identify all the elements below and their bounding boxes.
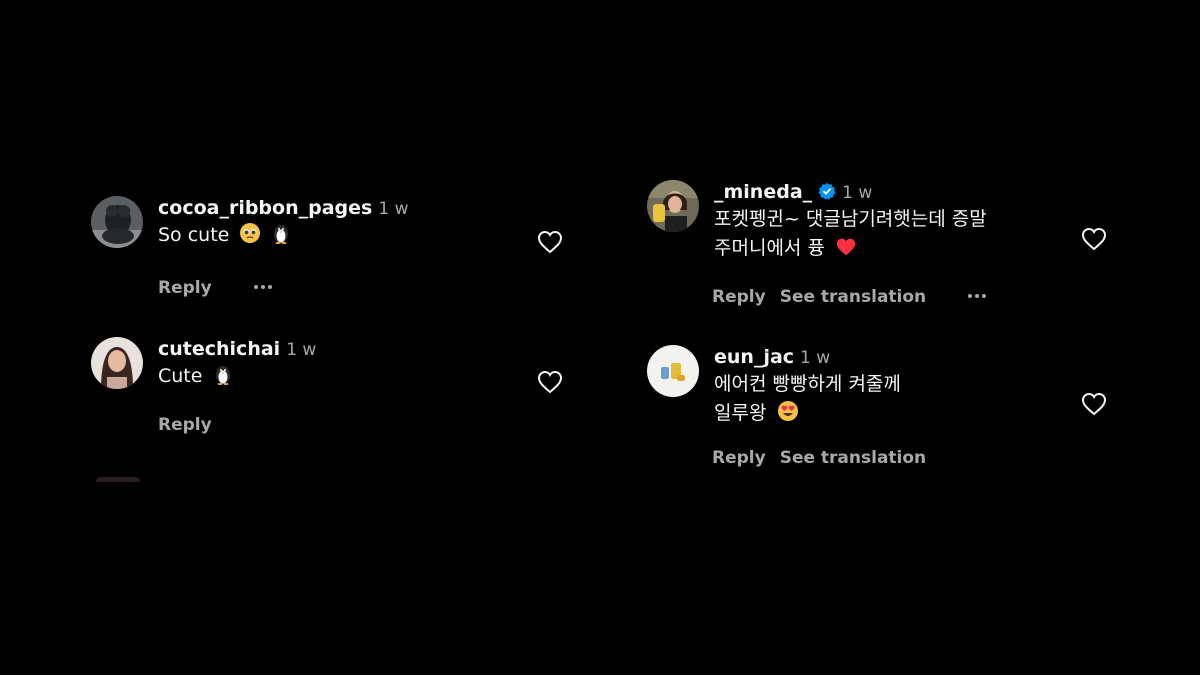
comment-body: cocoa_ribbon_pages 1 w So cute: [158, 196, 408, 253]
comment-text: 에어컨 빵빵하게 켜줄께 일루왕: [714, 370, 901, 431]
comment-text-line: 에어컨 빵빵하게 켜줄께: [714, 373, 901, 395]
comment-actions: Reply See translation: [712, 283, 989, 307]
like-heart-icon[interactable]: [537, 230, 563, 254]
avatar-image-icon: [91, 337, 143, 389]
avatar: [96, 477, 140, 482]
pleading-face-emoji-icon: [239, 222, 261, 253]
username-link[interactable]: cocoa_ribbon_pages: [158, 197, 372, 219]
username-link[interactable]: eun_jac: [714, 346, 794, 368]
timestamp[interactable]: 1 w: [800, 348, 830, 368]
comment-header: _mineda_ 1 w: [714, 180, 987, 205]
comment-body: _mineda_ 1 w 포켓펭귄~ 댓글남기려햇는데 증말 주머니에서 퓽: [714, 180, 987, 266]
more-options-icon[interactable]: [253, 274, 275, 294]
like-heart-icon[interactable]: [537, 370, 563, 394]
timestamp[interactable]: 1 w: [378, 199, 408, 219]
comment-text-line: 포켓펭귄~ 댓글남기려햇는데 증말: [714, 208, 987, 230]
comment-text: 포켓펭귄~ 댓글남기려햇는데 증말 주머니에서 퓽: [714, 205, 987, 266]
reply-button[interactable]: Reply: [158, 278, 212, 298]
verified-badge-icon: [818, 182, 836, 200]
avatar-image-icon: [91, 196, 143, 248]
comment-text: So cute: [158, 221, 408, 253]
comment-text-content: 일루왕: [714, 402, 767, 424]
comment-header: cutechichai 1 w: [158, 337, 316, 362]
like-heart-icon[interactable]: [1081, 392, 1107, 416]
timestamp[interactable]: 1 w: [842, 183, 872, 203]
comment-actions: Reply: [158, 274, 275, 298]
avatar[interactable]: [91, 196, 143, 248]
see-translation-button[interactable]: See translation: [780, 287, 926, 307]
see-translation-button[interactable]: See translation: [780, 448, 926, 468]
avatar[interactable]: [91, 337, 143, 389]
comment-actions: Reply See translation: [712, 448, 926, 468]
username-link[interactable]: cutechichai: [158, 338, 280, 360]
timestamp[interactable]: 1 w: [286, 340, 316, 360]
penguin-emoji-icon: [213, 363, 233, 394]
red-heart-emoji-icon: [835, 237, 857, 266]
like-heart-icon[interactable]: [1081, 227, 1107, 251]
more-options-icon[interactable]: [968, 283, 989, 303]
comment-body: eun_jac 1 w 에어컨 빵빵하게 켜줄께 일루왕: [714, 345, 901, 431]
comment-text: Cute: [158, 362, 316, 394]
username-link[interactable]: _mineda_: [714, 181, 812, 203]
comment-text-content: So cute: [158, 224, 230, 246]
reply-button[interactable]: Reply: [712, 448, 766, 468]
reply-button[interactable]: Reply: [712, 287, 766, 307]
comment-text-content: 주머니에서 퓽: [714, 237, 825, 259]
avatar-image-icon: [647, 180, 699, 232]
heart-eyes-emoji-icon: [777, 400, 799, 431]
penguin-emoji-icon: [271, 222, 291, 253]
reply-button[interactable]: Reply: [158, 415, 212, 435]
comment-body: cutechichai 1 w Cute: [158, 337, 316, 394]
comment-text-content: Cute: [158, 365, 203, 387]
avatar[interactable]: [647, 345, 699, 397]
comment-header: cocoa_ribbon_pages 1 w: [158, 196, 408, 221]
avatar-image-icon: [647, 345, 699, 397]
comment-actions: Reply: [158, 415, 212, 435]
comment-header: eun_jac 1 w: [714, 345, 901, 370]
comment-text-line-2: 일루왕: [714, 399, 901, 431]
avatar[interactable]: [647, 180, 699, 232]
comment-text-line-2: 주머니에서 퓽: [714, 234, 987, 266]
